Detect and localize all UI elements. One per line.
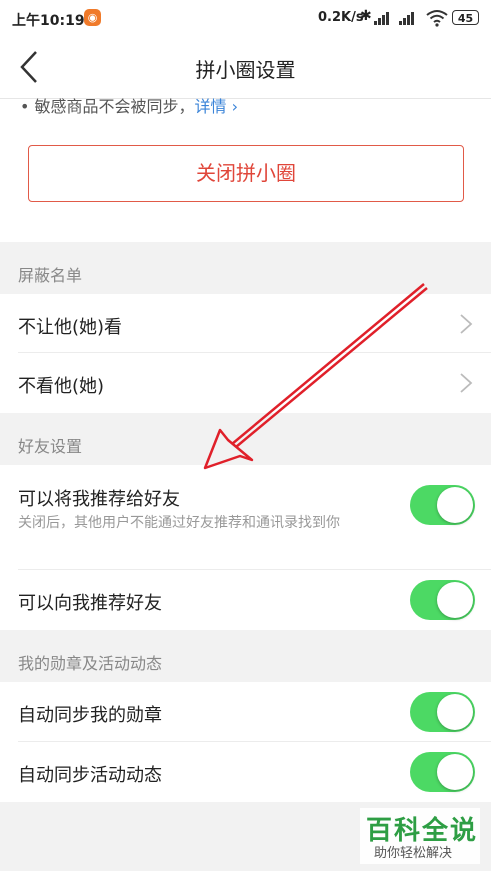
wifi-icon: [426, 9, 448, 31]
sync-note: • 敏感商品不会被同步，详情 ›: [20, 93, 238, 117]
toggle-knob: [437, 487, 473, 523]
chevron-right-icon: [460, 373, 473, 393]
signal-icon-2: [399, 11, 419, 25]
status-time: 上午10:19: [12, 13, 85, 29]
app-notification-icon: ◉: [84, 9, 101, 26]
watermark-logo: 百科全说 助你轻松解决: [360, 808, 480, 864]
details-link[interactable]: 详情 ›: [195, 97, 239, 116]
setting-sync-activity: 自动同步活动动态: [0, 742, 491, 802]
signal-icon: [374, 11, 394, 25]
setting-label: 自动同步活动动态: [18, 765, 162, 786]
recommend-to-me-toggle[interactable]: [410, 580, 475, 620]
network-speed: 0.2K/s: [318, 10, 364, 25]
battery-icon: 45: [452, 10, 479, 25]
toggle-knob: [437, 754, 473, 790]
status-bar: 上午10:19 ◉ 0.2K/s ✱ 45: [0, 0, 491, 36]
section-header-block: 屏蔽名单: [0, 242, 491, 294]
sync-badges-toggle[interactable]: [410, 692, 475, 732]
toggle-knob: [437, 694, 473, 730]
section-title-friends: 好友设置: [18, 437, 83, 456]
toggle-knob: [437, 582, 473, 618]
setting-description: 关闭后，其他用户不能通过好友推荐和通讯录找到你: [18, 515, 340, 531]
section-header-friends: 好友设置: [0, 413, 491, 465]
chevron-right-icon: [460, 314, 473, 334]
setting-recommend-me: 可以将我推荐给好友 关闭后，其他用户不能通过好友推荐和通讯录找到你: [0, 465, 491, 570]
nav-bar: 拼小圈设置: [0, 36, 491, 99]
setting-label: 自动同步我的勋章: [18, 705, 162, 726]
section-title-badges: 我的勋章及活动动态: [18, 654, 163, 673]
sync-activity-toggle[interactable]: [410, 752, 475, 792]
setting-label: 可以向我推荐好友: [18, 593, 162, 614]
watermark-sub: 助你轻松解决: [374, 846, 453, 861]
sync-note-text: • 敏感商品不会被同步，: [20, 97, 195, 116]
page-title: 拼小圈设置: [195, 58, 296, 82]
list-item-label: 不让他(她)看: [18, 317, 123, 338]
recommend-me-toggle[interactable]: [410, 485, 475, 525]
list-item-dont-see[interactable]: 不看他(她): [0, 353, 491, 413]
bluetooth-icon: ✱: [360, 8, 372, 24]
setting-recommend-to-me: 可以向我推荐好友: [0, 570, 491, 630]
list-item-hide-from[interactable]: 不让他(她)看: [0, 294, 491, 353]
list-item-label: 不看他(她): [18, 376, 105, 397]
section-title-block: 屏蔽名单: [18, 266, 83, 285]
top-card: • 敏感商品不会被同步，详情 › 关闭拼小圈: [0, 97, 491, 242]
setting-sync-badges: 自动同步我的勋章: [0, 682, 491, 742]
section-header-badges: 我的勋章及活动动态: [0, 630, 491, 682]
close-circle-button[interactable]: 关闭拼小圈: [28, 145, 464, 202]
setting-label: 可以将我推荐给好友: [18, 489, 180, 510]
